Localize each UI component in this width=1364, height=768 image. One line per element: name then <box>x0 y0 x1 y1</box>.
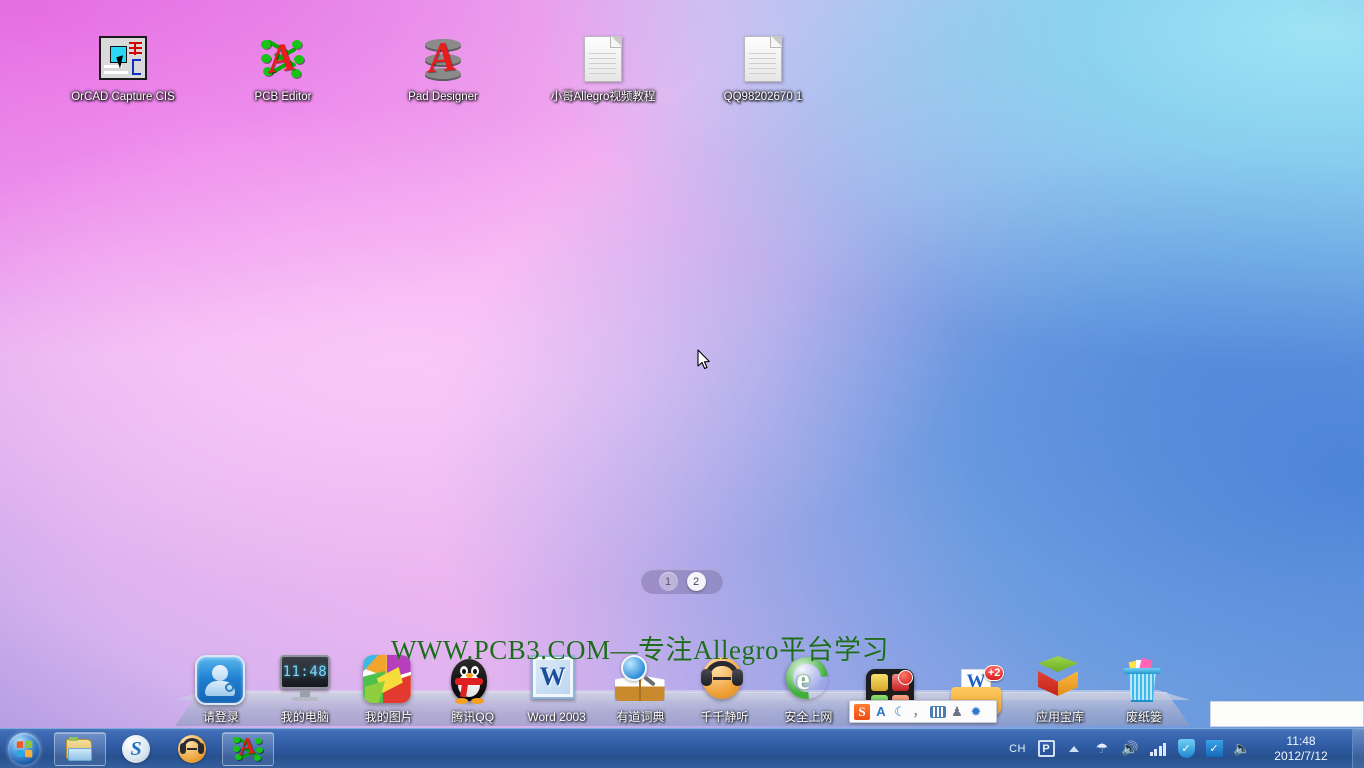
punctuation-mode-icon[interactable]: ， <box>911 704 927 720</box>
headphones-icon <box>698 655 750 707</box>
taskbar-button-pcb-editor[interactable]: A <box>222 731 274 766</box>
page-dot-2[interactable]: 2 <box>686 572 706 591</box>
dock-item-my-pictures[interactable]: 我的图片 <box>349 655 429 724</box>
ie-glyph: e <box>796 663 810 696</box>
dock-item-label: 应用宝库 <box>1036 710 1085 724</box>
pad-designer-icon: A <box>419 34 467 84</box>
dock-item-app-store[interactable]: 应用宝库 <box>1020 655 1100 724</box>
dock-item-label: 我的图片 <box>364 710 413 724</box>
dock-item-label: 请登录 <box>202 710 239 724</box>
pcb-editor-icon: A <box>233 733 263 762</box>
ime-indicator-icon[interactable]: P <box>1035 738 1057 760</box>
page-indicator: 1 2 <box>641 569 723 594</box>
dock-item-label: Word 2003 <box>527 710 586 724</box>
safely-remove-hardware-icon[interactable]: ☂ <box>1091 738 1113 760</box>
dictionary-icon <box>614 655 667 707</box>
desktop-icon-pad-designer[interactable]: A Pad Designer <box>382 34 504 104</box>
pictures-icon <box>362 655 415 707</box>
dock-item-label: 安全上网 <box>784 710 833 724</box>
language-indicator[interactable]: CH <box>1009 743 1026 755</box>
clock-date: 2012/7/12 <box>1274 748 1328 763</box>
blank-notification-panel <box>1210 701 1364 727</box>
dock-item-ttplayer[interactable]: 千千静听 <box>684 655 764 724</box>
dock-item-safe-browse[interactable]: e 安全上网 <box>768 648 848 724</box>
desktop-dock: 请登录 11:48 我的电脑 我的图片 腾讯QQ W Word 2003 有道词… <box>175 634 1190 726</box>
user-center-icon[interactable]: ♟ <box>949 704 965 720</box>
word-glyph: W <box>539 662 566 691</box>
desktop-icon-label: 小哥Allegro视频教程 <box>550 91 656 103</box>
dock-item-label: 我的电脑 <box>280 710 329 724</box>
user-login-icon <box>195 655 247 707</box>
dock-item-label: 腾讯QQ <box>451 710 495 724</box>
dock-item-label: 有道词典 <box>616 710 665 724</box>
page-dot-1[interactable]: 1 <box>658 572 678 591</box>
sogou-logo-icon[interactable]: S <box>854 703 870 720</box>
desktop-icon-pcb-editor[interactable]: A PCB Editor <box>222 33 344 104</box>
cube-icon <box>1034 655 1086 707</box>
trash-icon <box>1118 655 1170 707</box>
volume-icon[interactable]: 🔊 <box>1119 738 1141 760</box>
pcb-editor-icon: A <box>259 33 307 84</box>
notification-badge: +2 <box>984 665 1005 681</box>
dock-item-recycle-bin[interactable]: 废纸篓 <box>1104 655 1184 724</box>
sogou-icon: S <box>122 734 150 763</box>
taskbar-buttons: S A <box>54 731 274 766</box>
dock-item-login[interactable]: 请登录 <box>181 655 261 724</box>
network-signal-bars-icon[interactable] <box>1147 738 1169 760</box>
show-hidden-icons-chevron-icon[interactable] <box>1063 738 1085 760</box>
security-shield-icon[interactable]: ✓ <box>1175 738 1197 760</box>
dock-item-label: 废纸篓 <box>1125 710 1162 724</box>
dock-item-tencent-qq[interactable]: 腾讯QQ <box>433 655 513 724</box>
settings-wrench-icon[interactable]: ✹ <box>968 704 984 720</box>
taskbar-button-windows-explorer[interactable] <box>54 731 106 766</box>
desktop-icon-label: Pad Designer <box>408 91 478 103</box>
taskbar-clock[interactable]: 11:48 2012/7/12 <box>1256 734 1352 764</box>
desktop-icon-orcad-capture-cis[interactable]: OrCAD Capture CIS <box>62 36 184 104</box>
dock-item-youdao-dict[interactable]: 有道词典 <box>601 655 681 724</box>
moon-mode-icon[interactable]: ☾ <box>892 704 908 720</box>
taskbar-button-ttplayer[interactable] <box>166 732 218 766</box>
windows-taskbar: S A CH P ☂ 🔊 ✓ ✓ 🔈 11:48 2012/7/12 <box>0 728 1364 768</box>
taskbar-button-sogou-browser[interactable]: S <box>110 732 162 766</box>
qq-manager-icon[interactable]: ✓ <box>1203 738 1225 760</box>
document-icon <box>739 36 787 84</box>
soft-keyboard-icon[interactable] <box>930 704 946 720</box>
dock-item-my-computer[interactable]: 11:48 我的电脑 <box>265 655 345 724</box>
sound-icon[interactable]: 🔈 <box>1231 738 1253 760</box>
start-button[interactable] <box>0 730 48 768</box>
ie-browser-icon: e <box>777 648 837 708</box>
desktop-icon-label: QQ98202670 1 <box>723 91 803 103</box>
desktop-icon-label: OrCAD Capture CIS <box>71 91 175 103</box>
qq-penguin-icon <box>447 655 499 707</box>
input-mode-english-icon[interactable]: A <box>873 704 889 720</box>
headphones-icon <box>178 734 206 763</box>
desktop-icon-allegro-tutorial[interactable]: 小哥Allegro视频教程 <box>542 36 664 104</box>
monitor-clock-text: 11:48 <box>282 664 328 680</box>
clock-time: 11:48 <box>1286 733 1316 748</box>
orcad-icon <box>99 36 147 84</box>
desktop-icon-grid: OrCAD Capture CIS A PCB Editor A Pad Des… <box>0 33 1364 166</box>
show-desktop-button[interactable] <box>1352 729 1364 768</box>
monitor-icon: 11:48 <box>279 655 331 707</box>
word-icon: W <box>530 655 583 707</box>
folder-icon <box>66 736 94 761</box>
sogou-ime-toolbar[interactable]: S A ☾ ， ♟ ✹ <box>849 700 997 723</box>
desktop-icon-label: PCB Editor <box>254 91 312 103</box>
dock-item-label: 千千静听 <box>700 710 749 724</box>
sogou-glyph: S <box>130 737 142 760</box>
document-icon <box>579 36 627 84</box>
dock-item-word-2003[interactable]: W Word 2003 <box>517 655 597 724</box>
desktop-icon-qq-file[interactable]: QQ98202670 1 <box>702 36 824 104</box>
system-tray: CH P ☂ 🔊 ✓ ✓ 🔈 11:48 2012/7/12 <box>1007 729 1364 768</box>
